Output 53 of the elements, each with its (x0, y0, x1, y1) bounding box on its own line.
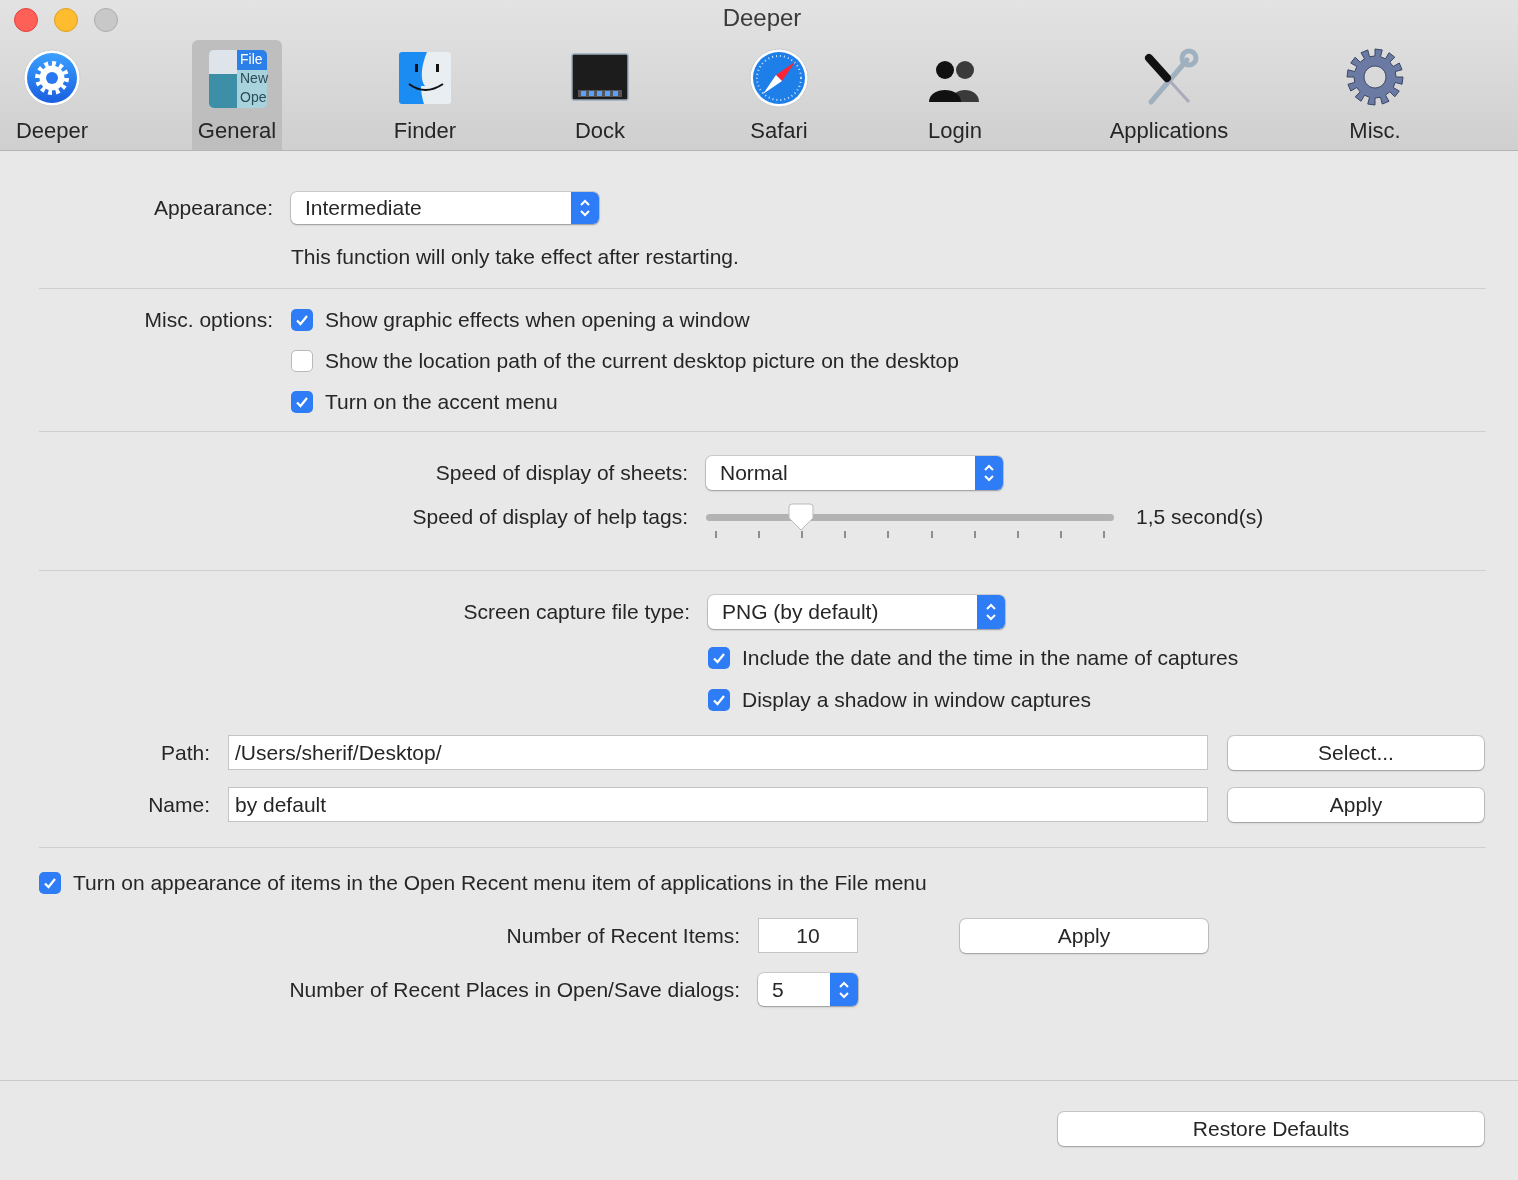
window-title: Deeper (722, 4, 802, 32)
checkbox[interactable] (708, 689, 730, 711)
checkbox[interactable] (39, 872, 61, 894)
toolbar-tab[interactable]: File New Ope General (192, 40, 282, 150)
toolbar-tab[interactable]: Misc. (1330, 40, 1420, 150)
file-type-dropdown[interactable]: PNG (by default) (708, 595, 1005, 629)
appearance-dropdown[interactable]: Intermediate (291, 192, 599, 224)
slider-track[interactable] (706, 514, 1114, 521)
path-field[interactable]: /Users/sherif/Desktop/ (228, 735, 1208, 770)
checkbox[interactable] (708, 647, 730, 669)
checkbox[interactable] (291, 309, 313, 331)
toolbar-tab[interactable]: Finder (380, 40, 470, 150)
toolbar-tab[interactable]: Deeper (7, 40, 97, 150)
toolbar-tab[interactable]: Applications (1105, 40, 1233, 150)
checkbox-label: Show the location path of the current desktop picture on the desktop (325, 349, 959, 373)
field-label: Path: (159, 740, 210, 765)
minimize-button[interactable] (54, 8, 78, 32)
restore-defaults-button[interactable]: Restore Defaults (1058, 1112, 1484, 1146)
checkbox[interactable] (291, 391, 313, 413)
checkbox-label: Turn on appearance of items in the Open Recent menu item of applications in the File menu (73, 871, 927, 895)
checkbox-label: Include the date and the time in the name of captures (742, 646, 1239, 670)
up-down-chevron-icon (838, 979, 850, 1000)
field-label: Screen capture file type: (462, 600, 690, 624)
up-down-chevron-icon (985, 602, 997, 622)
slider-reading: 1,5 second(s) (1136, 504, 1264, 530)
zoom-button[interactable] (94, 8, 118, 32)
up-down-chevron-icon (983, 463, 995, 483)
compass-icon (747, 46, 811, 110)
checkbox-label: Show graphic effects when opening a window (325, 308, 750, 332)
field-label: Speed of display of help tags: (411, 504, 688, 530)
field-label: Number of Recent Items: (505, 923, 740, 948)
recent-places-dropdown[interactable]: 5 (758, 973, 858, 1006)
toolbar-tab[interactable]: Dock (555, 40, 645, 150)
checkbox[interactable] (291, 350, 313, 372)
sheets-speed-dropdown[interactable]: Normal (706, 456, 1003, 490)
recent-items-field[interactable]: 10 (758, 918, 858, 953)
field-label: Misc. options: (143, 308, 273, 332)
checkbox-label: Turn on the accent menu (325, 390, 558, 414)
toolbar-tab[interactable]: Safari (734, 40, 824, 150)
apply-button[interactable]: Apply (960, 918, 1208, 953)
toolbar-tab[interactable]: Login (910, 40, 1000, 150)
restart-note: This function will only take effect after restarting. (291, 244, 739, 270)
close-button[interactable] (14, 8, 38, 32)
checkbox-label: Display a shadow in window captures (742, 688, 1091, 712)
field-label: Number of Recent Places in Open/Save dialogs: (288, 977, 740, 1002)
up-down-chevron-icon (579, 198, 591, 218)
field-label: Appearance: (152, 196, 273, 220)
name-field[interactable]: by default (228, 787, 1208, 822)
field-label: Speed of display of sheets: (434, 461, 688, 485)
field-label: Name: (147, 792, 210, 817)
select-button[interactable]: Select... (1228, 735, 1484, 770)
slider-thumb[interactable] (788, 503, 815, 531)
apply-button[interactable]: Apply (1228, 787, 1484, 822)
